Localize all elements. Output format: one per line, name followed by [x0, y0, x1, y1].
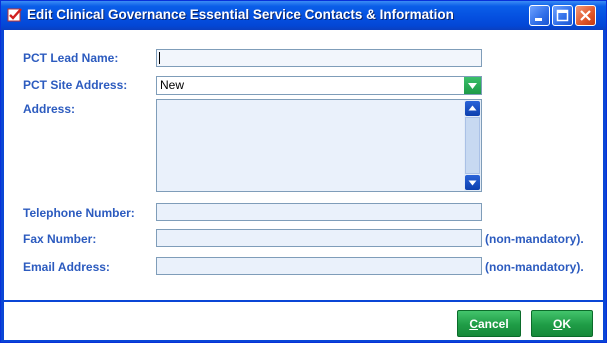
cancel-label: ancel — [477, 316, 509, 331]
fax-non-mandatory-note: (non-mandatory). — [485, 232, 584, 246]
address-textarea[interactable] — [156, 99, 482, 192]
title-bar[interactable]: Edit Clinical Governance Essential Servi… — [1, 1, 606, 30]
email-non-mandatory-note: (non-mandatory). — [485, 260, 584, 274]
telephone-input[interactable] — [156, 203, 482, 221]
dialog-window: Edit Clinical Governance Essential Servi… — [0, 0, 607, 343]
scroll-thumb[interactable] — [465, 117, 480, 174]
form-panel: PCT Lead Name: PCT Site Address: New Add… — [4, 30, 603, 300]
close-button[interactable] — [575, 5, 596, 26]
close-icon — [580, 10, 591, 21]
window-title: Edit Clinical Governance Essential Servi… — [27, 7, 454, 22]
pct-site-address-value: New — [160, 78, 185, 92]
text-caret — [159, 52, 160, 64]
maximize-icon — [556, 9, 569, 22]
maximize-button[interactable] — [552, 5, 573, 26]
minimize-icon — [535, 18, 542, 21]
telephone-label: Telephone Number: — [23, 206, 135, 220]
arrow-down-icon — [468, 180, 477, 186]
ok-mnemonic: O — [552, 316, 563, 331]
pct-site-address-select[interactable]: New — [156, 76, 482, 95]
edit-check-icon — [7, 7, 23, 23]
cancel-button[interactable]: Cancel — [457, 310, 521, 337]
pct-lead-name-label: PCT Lead Name: — [23, 51, 119, 65]
chevron-down-icon — [468, 83, 477, 89]
email-label: Email Address: — [23, 260, 110, 274]
pct-site-address-label: PCT Site Address: — [23, 78, 128, 92]
scroll-up-button[interactable] — [465, 101, 480, 116]
button-bar: Cancel OK — [4, 302, 603, 340]
ok-label: K — [562, 316, 571, 331]
fax-input[interactable] — [156, 229, 482, 247]
minimize-button[interactable] — [529, 5, 550, 26]
email-input[interactable] — [156, 257, 482, 275]
dropdown-button[interactable] — [464, 77, 481, 94]
pct-lead-name-input[interactable] — [156, 49, 482, 67]
scroll-down-button[interactable] — [465, 175, 480, 190]
ok-button[interactable]: OK — [531, 310, 593, 337]
fax-label: Fax Number: — [23, 232, 97, 246]
address-scrollbar[interactable] — [464, 100, 481, 191]
arrow-up-icon — [468, 105, 477, 111]
cancel-mnemonic: C — [469, 316, 478, 331]
address-label: Address: — [23, 102, 76, 116]
